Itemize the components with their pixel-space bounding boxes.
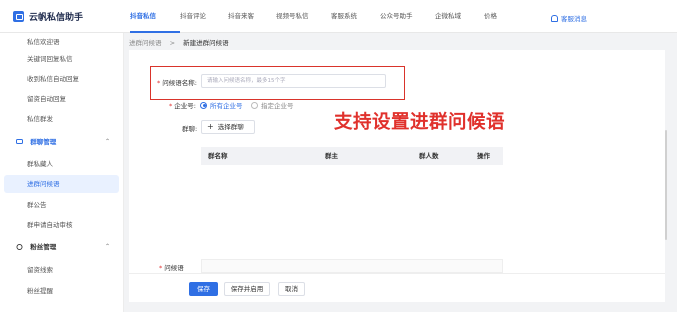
logo[interactable]: 云帆私信助手 [13,10,83,23]
cancel-button[interactable]: 取消 [278,282,305,296]
sidebar-group-fans-management[interactable]: 粉丝管理 ⌃ [0,238,120,256]
service-messages[interactable]: 客服消息 [551,13,587,23]
chevron-up-icon: ⌃ [104,243,110,250]
form-panel: * 问候语名称: 请输入问候语名称，最多15个字 * 企业号: 所有企业号 指定企业… [129,50,667,302]
th-owner: 群主 [325,152,338,160]
breadcrumb: 进群问候语 > 新建进群问候语 [129,37,229,47]
sidebar-group-chat-management[interactable]: 群聊管理 ⌃ [0,133,120,151]
sidebar-item-broadcast[interactable]: 私信群发 [0,110,120,128]
app-name: 云帆私信助手 [29,13,84,23]
scrollbar[interactable] [665,130,667,240]
sidebar-item-lead-clues[interactable]: 留资线索 [0,261,120,279]
feature-annotation: 支持设置进群问候语 [334,112,506,133]
name-label: * 问候语名称: [157,79,197,87]
sidebar-item-group-greeting[interactable]: 进群问候语 [4,175,119,193]
sidebar-item-group-member[interactable]: 群私藏人 [0,155,120,173]
th-actions: 操作 [477,152,490,160]
group-chat-icon [16,139,23,144]
save-enable-button[interactable]: 保存并启用 [224,282,270,296]
sidebar-item-lead-reply[interactable]: 留资自动回复 [0,90,120,108]
heart-circle-icon [16,244,23,250]
main-content: 进群问候语 > 新建进群问候语 * 问候语名称: 请输入问候语名称，最多15个字 … [124,33,677,312]
sidebar-item-auto-reply[interactable]: 收到私信自动回复 [0,70,120,88]
radio-dot [251,101,258,109]
plus-icon: + [207,122,214,131]
radio-dot [200,101,207,109]
app-window: 云帆私信助手 抖音私信 抖音评论 抖音来客 视频号私信 客服系统 公众号助手 企… [0,0,677,312]
greeting-editor[interactable] [201,259,503,273]
radio-all-enterprise[interactable]: 所有企业号 [200,100,243,110]
sidebar-item-group-audit[interactable]: 群申请自动审核 [0,216,120,234]
top-nav: 抖音私信 抖音评论 抖音来客 视频号私信 客服系统 公众号助手 企微私域 价格 [130,0,514,33]
breadcrumb-parent[interactable]: 进群问候语 [129,39,162,47]
greeting-label: * 问候语 [159,264,184,272]
nav-wecom[interactable]: 企微私域 [435,0,484,33]
radio-specific-enterprise[interactable]: 指定企业号 [251,100,294,110]
select-group-button[interactable]: + 选择群聊 [201,120,255,134]
sidebar-item-keyword-reply[interactable]: 关键词回复私信 [0,50,120,68]
th-group-name: 群名称 [208,152,228,160]
nav-douyin-comment[interactable]: 抖音评论 [180,0,228,33]
nav-mp-helper[interactable]: 公众号助手 [380,0,435,33]
sidebar-item-fans-reminder[interactable]: 粉丝提醒 [0,282,120,300]
service-label: 客服消息 [561,15,587,23]
enterprise-label: * 企业号: [169,102,196,110]
nav-video-dm[interactable]: 视频号私信 [276,0,331,33]
group-table-header: 群名称 群主 群人数 操作 [201,147,503,165]
chat-logo-icon [13,11,24,22]
group-label: 群聊: [182,125,198,133]
save-button[interactable]: 保存 [189,282,218,296]
nav-cs-system[interactable]: 客服系统 [331,0,380,33]
sidebar-item-group-notice[interactable]: 群公告 [0,196,120,214]
greeting-name-input[interactable]: 请输入问候语名称，最多15个字 [201,74,386,88]
chevron-up-icon: ⌃ [104,138,110,145]
nav-price[interactable]: 价格 [484,0,514,33]
required-mark: * [157,79,161,87]
breadcrumb-separator: > [169,39,176,47]
nav-douyin-dm[interactable]: 抖音私信 [130,0,180,33]
form-footer: 保存 保存并启用 取消 [129,273,665,302]
sidebar-group-label: 群聊管理 [30,138,57,146]
bell-icon [551,14,558,22]
required-mark: * [169,102,173,110]
sidebar-item-welcome[interactable]: 私信欢迎语 [0,33,120,51]
breadcrumb-current: 新建进群问候语 [183,39,229,47]
th-member-count: 群人数 [419,152,439,160]
sidebar-group-label: 粉丝管理 [30,243,57,251]
required-mark: * [159,264,163,272]
top-bar: 云帆私信助手 抖音私信 抖音评论 抖音来客 视频号私信 客服系统 公众号助手 企… [0,0,677,33]
nav-douyin-laike[interactable]: 抖音来客 [228,0,276,33]
sidebar: 私信欢迎语 关键词回复私信 收到私信自动回复 留资自动回复 私信群发 群聊管理 … [0,33,124,312]
